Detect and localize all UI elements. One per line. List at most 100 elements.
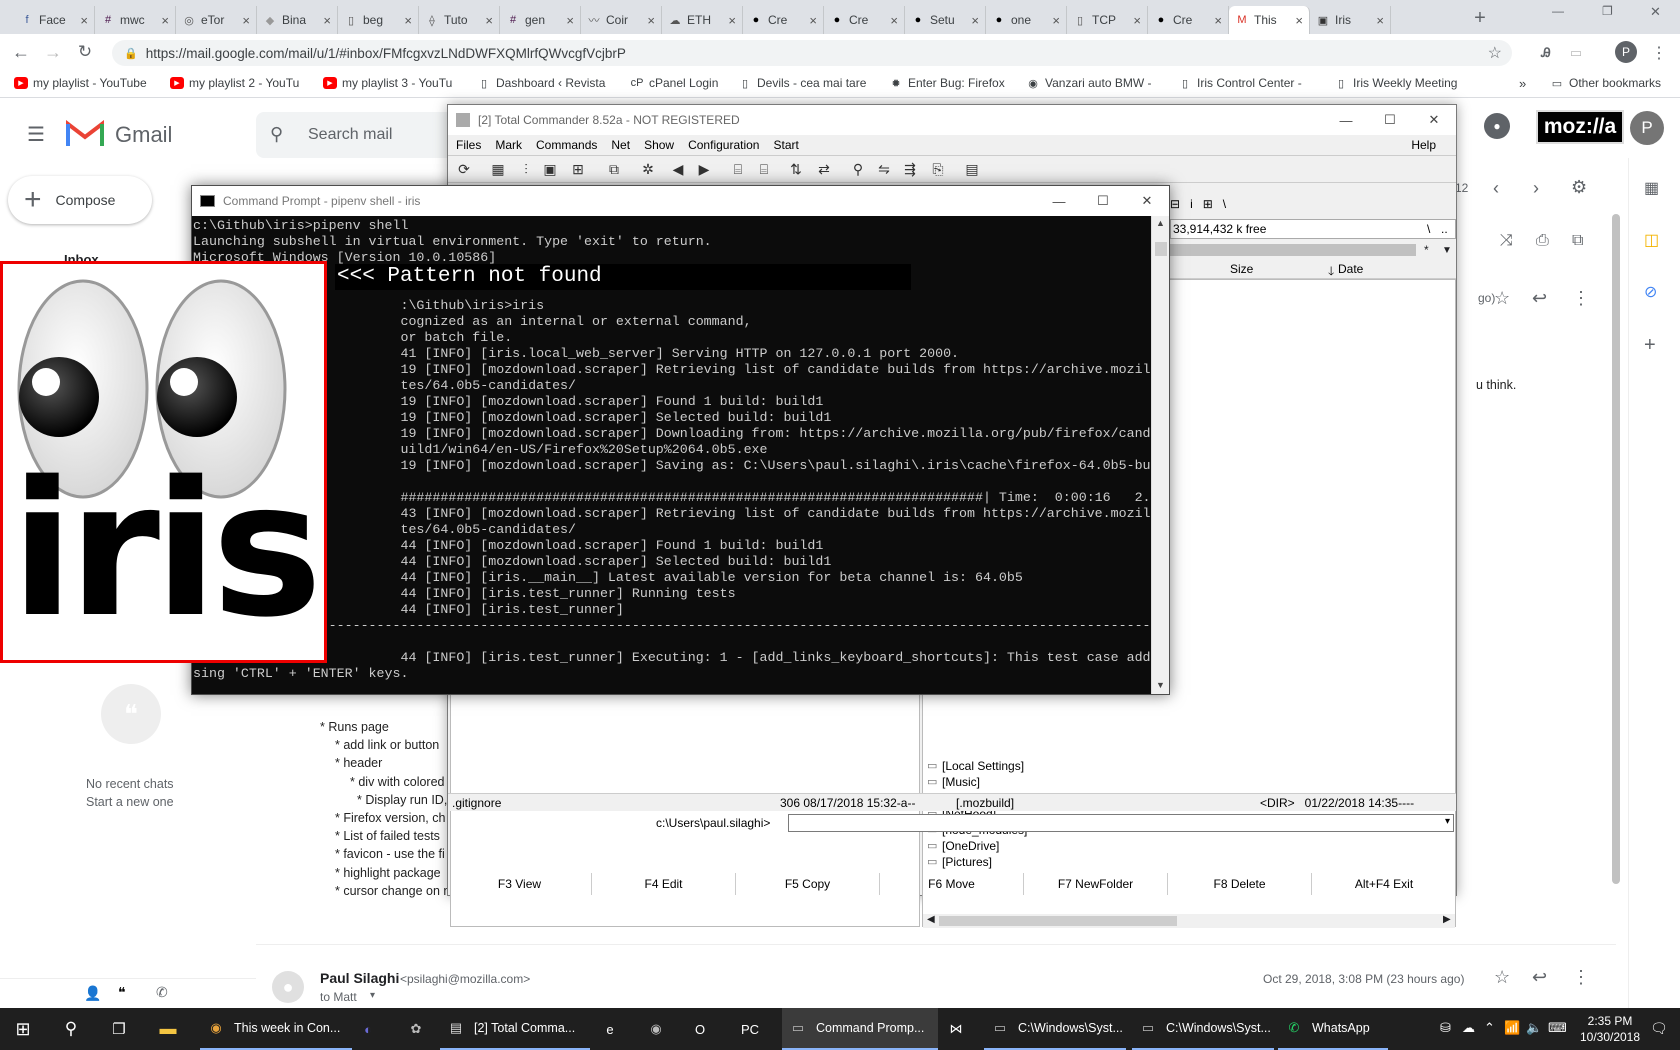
command-dropdown-icon[interactable]: ▾ — [1445, 816, 1450, 827]
keyboard-icon[interactable]: ⌨ — [1548, 1020, 1567, 1036]
collapse-all-icon[interactable]: ⤨ — [1500, 232, 1513, 250]
main-menu-icon[interactable]: ☰ — [24, 122, 48, 146]
command-input[interactable]: ▾ — [788, 814, 1454, 832]
browser-tab[interactable]: ● Cre × — [743, 6, 824, 34]
tc-menu-item[interactable]: Configuration — [688, 138, 759, 152]
browser-tab[interactable]: f Face × — [14, 6, 95, 34]
taskbar-app[interactable]: ▭ C:\Windows\Syst... — [984, 1008, 1126, 1050]
taskbar-app[interactable]: ◉ This week in Con... — [200, 1008, 352, 1050]
console-scroll-thumb[interactable] — [1155, 242, 1167, 256]
browser-tab[interactable]: ☁ ETH × — [662, 6, 743, 34]
path-up[interactable]: .. — [1441, 222, 1448, 236]
minimize-icon[interactable]: — — [1552, 4, 1564, 18]
close-icon[interactable]: ✕ — [1125, 186, 1169, 216]
restore-icon[interactable]: ❐ — [1602, 4, 1613, 18]
browser-tab[interactable]: ⟠ Tuto × — [419, 6, 500, 34]
details-caret-icon[interactable]: ▾ — [370, 990, 375, 1001]
find-icon[interactable]: ⚲ — [848, 159, 868, 179]
file-explorer-icon[interactable]: ▬ — [157, 1018, 179, 1040]
taskbar-app[interactable]: ✿ — [400, 1008, 430, 1050]
browser-tab[interactable]: # gen × — [500, 6, 581, 34]
close-tab-icon[interactable]: × — [1052, 13, 1060, 28]
bookmark[interactable]: ▯ Iris Control Center - — [1178, 76, 1302, 90]
brief-view-icon[interactable]: ▦ — [488, 159, 508, 179]
network-icon[interactable]: ⊞ — [1203, 197, 1213, 211]
older-icon[interactable]: › — [1533, 178, 1539, 199]
bookmark[interactable]: ✹ Enter Bug: Firefox — [889, 76, 1004, 90]
search-icon[interactable]: ⚲ — [270, 124, 283, 145]
function-key-button[interactable]: F4 Edit — [592, 873, 736, 895]
settings-icon[interactable]: ⚙ — [1571, 177, 1587, 198]
bookmark[interactable]: ▯ Iris Weekly Meeting — [1334, 76, 1458, 90]
tray-icon[interactable]: ⌃ — [1484, 1020, 1495, 1036]
function-key-button[interactable]: F6 Move — [880, 873, 1024, 895]
action-center-icon[interactable]: 🗨 — [1650, 1020, 1668, 1037]
browser-tab[interactable]: # mwc × — [95, 6, 176, 34]
tc-folder-row[interactable]: ▭ [Local Settings] — [927, 758, 1029, 774]
rename-icon[interactable]: ⇋ — [874, 159, 894, 179]
compose-button[interactable]: + Compose — [8, 176, 152, 224]
close-tab-icon[interactable]: × — [971, 13, 979, 28]
browser-tab[interactable]: ● Cre × — [824, 6, 905, 34]
network-icon[interactable]: 📶 — [1504, 1020, 1520, 1036]
tray-icon[interactable]: ⛁ — [1440, 1020, 1451, 1036]
browser-tab[interactable]: M This × — [1229, 6, 1310, 34]
maximize-icon[interactable]: ☐ — [1081, 186, 1125, 216]
open-new-window-icon[interactable]: ⧉ — [1572, 232, 1583, 250]
contacts-icon[interactable]: 👤 — [84, 985, 101, 1002]
close-window-icon[interactable]: ✕ — [1650, 4, 1661, 20]
reply-icon[interactable]: ↩ — [1532, 967, 1547, 988]
close-tab-icon[interactable]: × — [1376, 13, 1384, 28]
search-bar[interactable]: ⚲ Search mail — [256, 112, 456, 158]
browser-tab[interactable]: ◆ Bina × — [257, 6, 338, 34]
copy-icon[interactable]: ⎘ — [928, 159, 948, 179]
compare-icon[interactable]: ⧉ — [604, 159, 624, 179]
task-view-icon[interactable]: ❐ — [108, 1018, 130, 1040]
unpack-icon[interactable]: ⌸ — [754, 159, 774, 179]
taskbar-app[interactable]: ⋈ — [940, 1008, 970, 1050]
browser-tab[interactable]: 〰 Coir × — [581, 6, 662, 34]
bookmark-star-icon[interactable]: ☆ — [1488, 43, 1502, 63]
bookmark[interactable]: ▯ Dashboard ‹ Revista — [477, 76, 605, 90]
invert-icon[interactable]: ✲ — [638, 159, 658, 179]
url-icon[interactable]: ⇄ — [814, 159, 834, 179]
maximize-icon[interactable]: ☐ — [1368, 105, 1412, 135]
browser-tab[interactable]: ▣ Iris × — [1310, 6, 1391, 34]
close-tab-icon[interactable]: × — [647, 13, 655, 28]
reply-icon[interactable]: ↩ — [1532, 288, 1547, 309]
bookmark[interactable]: ▶ my playlist 2 - YouTu — [170, 76, 299, 90]
close-tab-icon[interactable]: × — [1214, 13, 1222, 28]
taskbar-app[interactable]: O — [684, 1008, 714, 1050]
browser-tab[interactable]: ● Cre × — [1148, 6, 1229, 34]
print-icon[interactable]: ⎙ — [1536, 232, 1549, 250]
account-avatar[interactable]: P — [1630, 111, 1664, 145]
scroll-left-icon[interactable]: ◀ — [927, 914, 935, 925]
hangouts-chat-icon[interactable]: ❝ — [118, 984, 126, 1001]
calendar-icon[interactable]: ▦ — [1644, 178, 1659, 198]
close-tab-icon[interactable]: × — [809, 13, 817, 28]
taskbar-app[interactable]: ✆ WhatsApp — [1278, 1008, 1388, 1050]
close-tab-icon[interactable]: × — [242, 13, 250, 28]
windows-start-icon[interactable]: ⊞ — [12, 1018, 34, 1040]
sender-name[interactable]: Paul Silaghi — [320, 970, 399, 986]
scroll-down-icon[interactable]: ▼ — [1156, 680, 1165, 690]
console-scrollbar[interactable]: ▲ ▼ — [1151, 216, 1169, 694]
clock[interactable]: 2:35 PM 10/30/2018 — [1575, 1013, 1645, 1045]
minimize-icon[interactable]: — — [1324, 105, 1368, 135]
taskbar-app[interactable]: e — [594, 1008, 624, 1050]
ftp-icon[interactable]: ⇅ — [786, 159, 806, 179]
star-icon[interactable]: ☆ — [1494, 967, 1510, 988]
browser-tab[interactable]: ▯ beg × — [338, 6, 419, 34]
drive-root[interactable]: \ — [1223, 197, 1226, 211]
tc-menu-item[interactable]: Commands — [536, 138, 597, 152]
more-options-icon[interactable]: ⋮ — [1572, 288, 1590, 309]
more-menu-icon[interactable]: ⋮ — [1648, 42, 1670, 64]
back-icon[interactable]: ← — [10, 41, 32, 63]
newer-icon[interactable]: ‹ — [1493, 178, 1499, 199]
forward-icon[interactable]: ▶ — [694, 159, 714, 179]
close-tab-icon[interactable]: × — [80, 13, 88, 28]
new-tab-icon[interactable]: + — [1468, 6, 1492, 30]
tc-menu-item[interactable]: Show — [644, 138, 674, 152]
path-root[interactable]: \ — [1427, 222, 1430, 236]
function-key-button[interactable]: F5 Copy — [736, 873, 880, 895]
